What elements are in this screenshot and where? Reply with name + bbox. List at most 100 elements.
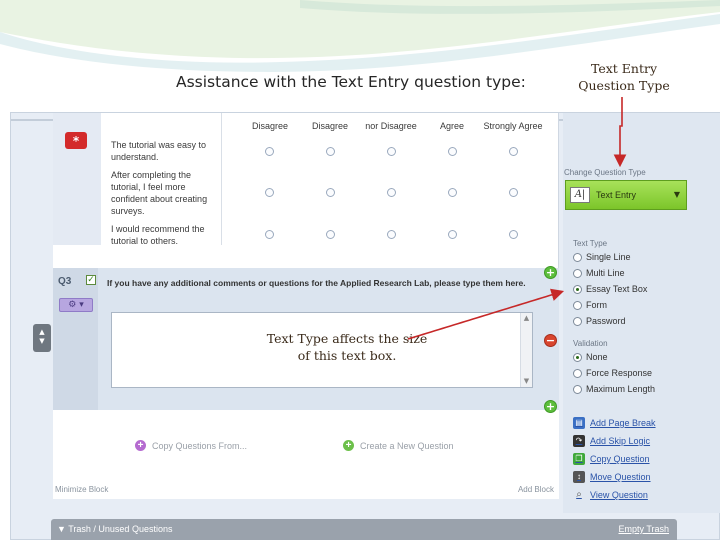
- matrix-radio[interactable]: [265, 188, 274, 197]
- text-type-option[interactable]: Single Line: [573, 252, 631, 262]
- copy-questions-link[interactable]: + Copy Questions From...: [135, 440, 247, 451]
- radio-selected-icon: [573, 352, 582, 362]
- text-type-option[interactable]: Password: [573, 316, 626, 326]
- action-label: Add Skip Logic: [590, 436, 651, 446]
- radio-selected-icon: [573, 284, 582, 294]
- scroll-up-icon[interactable]: ▲: [522, 314, 531, 323]
- add-block-link[interactable]: Add Block: [518, 485, 554, 494]
- move-handle-icon[interactable]: ▲ ▼: [33, 324, 51, 352]
- question-number: Q3: [58, 276, 72, 287]
- copy-questions-label: Copy Questions From...: [152, 440, 248, 451]
- change-type-label: Change Question Type: [564, 168, 646, 177]
- matrix-radio[interactable]: [387, 230, 396, 239]
- matrix-radio[interactable]: [326, 188, 335, 197]
- option-label: Force Response: [586, 368, 653, 378]
- required-badge: *: [65, 132, 87, 149]
- matrix-radio[interactable]: [509, 188, 518, 197]
- action-label: Add Page Break: [590, 418, 656, 428]
- copy-icon: ❐: [573, 453, 585, 465]
- text-entry-icon: A|: [570, 187, 590, 203]
- action-label: Copy Question: [590, 454, 650, 464]
- question-text[interactable]: If you have any additional comments or q…: [107, 278, 526, 288]
- magnifier-icon: ⌕: [576, 489, 582, 500]
- option-label: Maximum Length: [586, 384, 656, 394]
- matrix-radio[interactable]: [448, 188, 457, 197]
- option-label: Form: [586, 300, 607, 310]
- create-question-link[interactable]: + Create a New Question: [343, 440, 454, 451]
- q3-sidebar: Q3 ✓ ⚙ ▾: [53, 268, 98, 410]
- matrix-radio[interactable]: [326, 230, 335, 239]
- radio-icon: [573, 316, 582, 326]
- survey-editor-window: ▲ ▼ * Disagree Disagree nor Disagree Agre…: [10, 112, 720, 540]
- text-box-scrollbar[interactable]: ▲ ▼: [520, 313, 532, 387]
- question-options-panel: Change Question Type A| Text Entry ▼ Tex…: [563, 113, 720, 513]
- action-label: Move Question: [590, 472, 651, 482]
- move-question-link[interactable]: ↕ Move Question: [573, 471, 651, 483]
- block-footer-area: [53, 410, 559, 499]
- option-label: Single Line: [586, 252, 631, 262]
- matrix-statement: I would recommend the tutorial to others…: [111, 224, 205, 246]
- gear-icon[interactable]: ⚙ ▾: [59, 298, 93, 312]
- radio-icon: [573, 300, 582, 310]
- matrix-column-header: Agree: [439, 121, 465, 131]
- page-break-icon: ▤: [573, 417, 585, 429]
- matrix-column-header: Disagree: [311, 121, 349, 131]
- add-question-above-icon[interactable]: +: [544, 266, 557, 279]
- add-skip-logic-link[interactable]: ↷ Add Skip Logic: [573, 435, 650, 447]
- text-type-option-selected[interactable]: Essay Text Box: [573, 284, 647, 294]
- radio-icon: [573, 384, 582, 394]
- matrix-column-header: Strongly Agree: [483, 121, 543, 131]
- validation-option-selected[interactable]: None: [573, 352, 608, 362]
- validation-label: Validation: [573, 339, 608, 348]
- empty-trash-link[interactable]: Empty Trash: [618, 524, 669, 534]
- action-label: View Question: [590, 490, 648, 500]
- add-page-break-link[interactable]: ▤ Add Page Break: [573, 417, 656, 429]
- matrix-radio[interactable]: [265, 230, 274, 239]
- minimize-block-link[interactable]: Minimize Block: [55, 485, 108, 494]
- option-label: Password: [586, 316, 626, 326]
- question-select-checkbox[interactable]: ✓: [86, 275, 96, 285]
- skip-logic-icon: ↷: [573, 435, 585, 447]
- callout-question-type: Text Entry Question Type: [578, 61, 670, 93]
- matrix-radio[interactable]: [509, 147, 518, 156]
- question-type-value: Text Entry: [596, 190, 637, 200]
- radio-icon: [573, 368, 582, 378]
- add-question-below-icon[interactable]: +: [544, 400, 557, 413]
- validation-option[interactable]: Force Response: [573, 368, 652, 378]
- add-icon: +: [135, 440, 146, 451]
- text-type-label: Text Type: [573, 239, 608, 248]
- callout-text-type: Text Type affects the size of this text …: [266, 331, 428, 363]
- radio-icon: [573, 268, 582, 278]
- add-icon: +: [343, 440, 354, 451]
- matrix-radio[interactable]: [448, 147, 457, 156]
- move-icon: ↕: [573, 471, 585, 483]
- editor-canvas: * Disagree Disagree nor Disagree Agree S…: [53, 113, 559, 499]
- matrix-radio[interactable]: [326, 147, 335, 156]
- matrix-statement: After completing the tutorial, I feel mo…: [111, 170, 208, 216]
- matrix-statement: The tutorial was easy to understand.: [111, 140, 207, 162]
- radio-icon: [573, 252, 582, 262]
- question-type-dropdown[interactable]: A| Text Entry ▼: [565, 180, 687, 210]
- trash-section-bar[interactable]: ▼ Trash / Unused Questions Empty Trash: [51, 519, 677, 540]
- text-type-option[interactable]: Multi Line: [573, 268, 625, 278]
- text-type-option[interactable]: Form: [573, 300, 607, 310]
- matrix-radio[interactable]: [448, 230, 457, 239]
- option-label: Essay Text Box: [586, 284, 648, 294]
- view-question-link[interactable]: ⌕ View Question: [573, 489, 648, 501]
- matrix-question-sidebar: *: [53, 113, 101, 245]
- chevron-down-icon: ▼: [673, 190, 680, 199]
- trash-label: ▼ Trash / Unused Questions: [57, 524, 173, 534]
- validation-option[interactable]: Maximum Length: [573, 384, 655, 394]
- slide-title: Assistance with the Text Entry question …: [176, 73, 526, 91]
- remove-question-icon[interactable]: −: [544, 334, 557, 347]
- scroll-down-icon[interactable]: ▼: [522, 377, 531, 386]
- matrix-radio[interactable]: [509, 230, 518, 239]
- matrix-radio[interactable]: [387, 188, 396, 197]
- matrix-radio[interactable]: [265, 147, 274, 156]
- matrix-column-header: nor Disagree: [365, 121, 417, 131]
- option-label: Multi Line: [586, 268, 625, 278]
- option-label: None: [586, 352, 608, 362]
- create-question-label: Create a New Question: [360, 440, 454, 451]
- matrix-radio[interactable]: [387, 147, 396, 156]
- copy-question-link[interactable]: ❐ Copy Question: [573, 453, 650, 465]
